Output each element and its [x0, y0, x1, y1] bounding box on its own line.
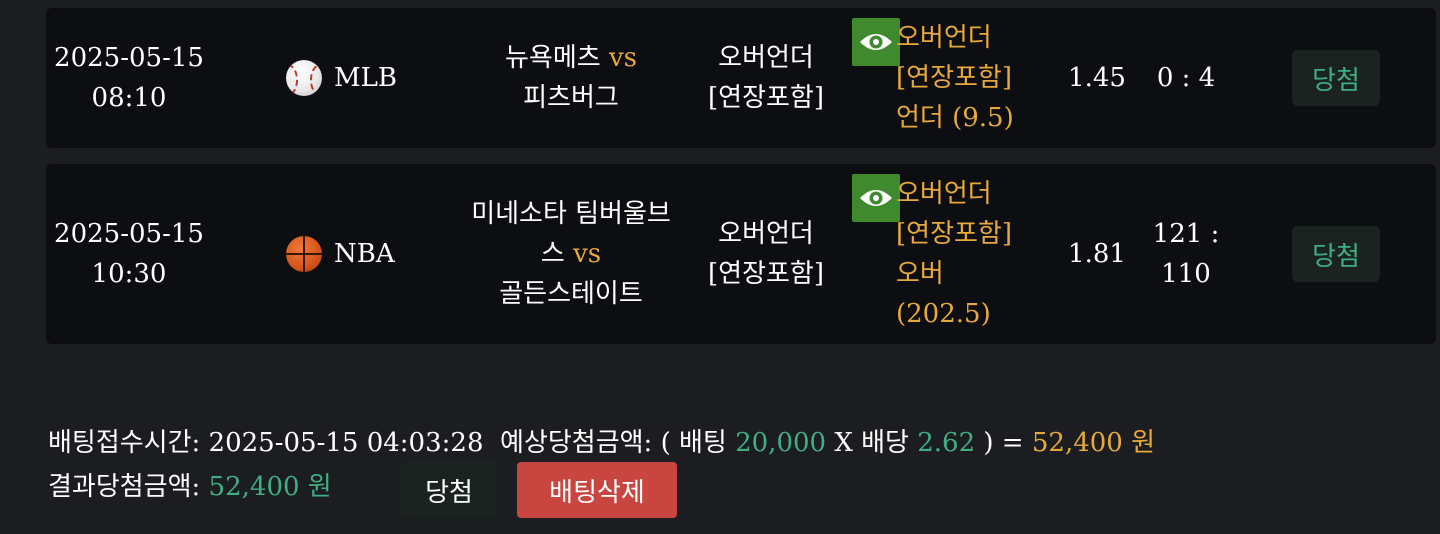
bet-type: 오버언더 [연장포함]	[686, 164, 846, 344]
match-date: 2025-05-15	[54, 43, 204, 73]
bet-time: 2025-05-15 04:03:28	[208, 428, 484, 458]
match-teams: 뉴욕메츠 vs 피츠버그	[466, 8, 676, 148]
stake-amount: 20,000	[735, 428, 827, 458]
match-datetime: 2025-05-15 10:30	[46, 164, 212, 344]
view-details-button[interactable]	[852, 18, 900, 66]
home-team: 뉴욕메츠	[505, 43, 601, 73]
vs-label: vs	[573, 239, 602, 269]
view-details-button[interactable]	[852, 174, 900, 222]
result-badge: 당첨	[1292, 50, 1380, 106]
pick-line: (202.5)	[896, 299, 991, 329]
delete-bet-button[interactable]: 배팅삭제	[517, 462, 677, 518]
bet-row: 2025-05-15 08:10 MLB 뉴욕메츠 vs 피츠버그 오버언더 [연장포…	[46, 8, 1436, 148]
expected-label: 예상당첨금액: ( 배팅	[500, 428, 727, 458]
bet-pick: 오버언더 [연장포함] 언더 (9.5)	[896, 8, 1056, 148]
away-team: 피츠버그	[523, 83, 619, 113]
eye-icon	[860, 34, 892, 50]
odds: 1.81	[1068, 239, 1126, 269]
pick-selection: 언더 (9.5)	[896, 103, 1014, 133]
x-odds-label: X 배당	[834, 428, 909, 458]
bet-summary-line: 배팅접수시간: 2025-05-15 04:03:28 예상당첨금액: ( 배팅…	[48, 422, 1155, 459]
result-summary-line: 결과당첨금액: 52,400 원	[48, 466, 332, 503]
result-status-button[interactable]: 당첨	[401, 462, 497, 518]
league-name: NBA	[334, 239, 395, 269]
final-score: 121 : 110	[1152, 219, 1220, 289]
pick-market: 오버언더	[896, 23, 992, 53]
match-date: 2025-05-15	[54, 219, 204, 249]
bet-type-qualifier: [연장포함]	[708, 259, 824, 289]
expected-amount: 52,400 원	[1031, 428, 1156, 458]
result-amount-label: 결과당첨금액:	[48, 472, 201, 502]
total-odds: 2.62	[917, 428, 976, 458]
result-amount: 52,400 원	[208, 472, 332, 502]
match-time: 10:30	[91, 259, 167, 289]
league-name: MLB	[334, 63, 397, 93]
league: MLB	[286, 8, 456, 148]
bet-type: 오버언더 [연장포함]	[686, 8, 846, 148]
vs-label: vs	[608, 43, 637, 73]
bet-type-name: 오버언더	[718, 43, 814, 73]
pick-qualifier: [연장포함]	[896, 63, 1012, 93]
pick-selection: 오버	[896, 259, 944, 289]
match-time: 08:10	[91, 83, 167, 113]
eye-icon	[860, 190, 892, 206]
match-datetime: 2025-05-15 08:10	[46, 8, 212, 148]
basketball-icon	[286, 236, 322, 272]
pick-market: 오버언더	[896, 179, 992, 209]
pick-qualifier: [연장포함]	[896, 219, 1012, 249]
equals-label: ) =	[983, 428, 1024, 458]
result-badge: 당첨	[1292, 226, 1380, 282]
bet-type-name: 오버언더	[718, 219, 814, 249]
baseball-icon	[286, 60, 322, 96]
bet-pick: 오버언더 [연장포함] 오버 (202.5)	[896, 164, 1056, 344]
league: NBA	[286, 164, 456, 344]
match-teams: 미네소타 팀버울브스 vs 골든스테이트	[466, 164, 676, 344]
bet-type-qualifier: [연장포함]	[708, 83, 824, 113]
away-team: 골든스테이트	[499, 279, 643, 309]
final-score: 0 : 4	[1156, 63, 1216, 93]
home-team: 미네소타 팀버울브스	[471, 199, 671, 269]
bet-row: 2025-05-15 10:30 NBA 미네소타 팀버울브스 vs 골든스테이트 …	[46, 164, 1436, 344]
bet-time-label: 배팅접수시간:	[48, 428, 201, 458]
odds: 1.45	[1068, 63, 1126, 93]
